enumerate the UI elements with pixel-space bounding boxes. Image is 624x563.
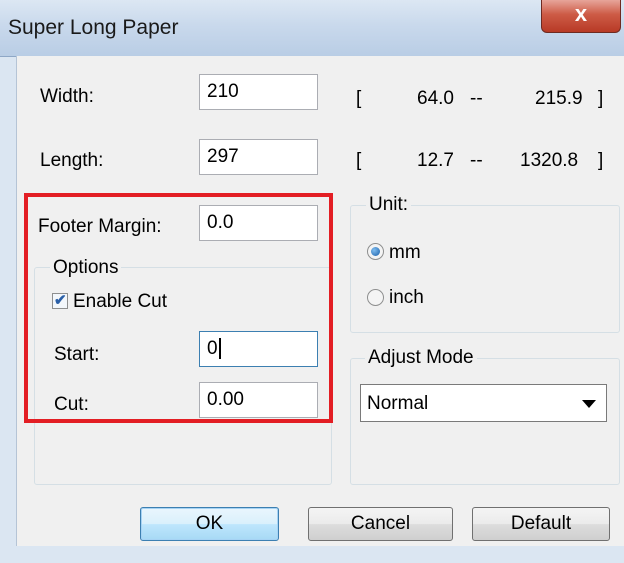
width-range-close: ] [598, 88, 604, 109]
window-frame-bottom [0, 546, 624, 563]
unit-inch-radio[interactable] [367, 289, 384, 306]
width-range-dash: -- [470, 88, 483, 109]
unit-inch-label: inch [389, 287, 424, 308]
width-label: Width: [40, 86, 94, 107]
window-title: Super Long Paper [8, 16, 179, 39]
width-input[interactable]: 210 [199, 74, 318, 110]
ok-button[interactable]: OK [140, 507, 279, 541]
length-range-min: 12.7 [417, 150, 454, 171]
chevron-down-icon [582, 400, 596, 408]
radio-selected-dot [371, 247, 380, 256]
adjust-mode-value: Normal [367, 393, 429, 414]
unit-mm-label: mm [389, 242, 421, 263]
width-range-min: 64.0 [417, 88, 454, 109]
unit-group [350, 205, 620, 333]
title-bar[interactable]: Super Long Paper [0, 0, 624, 57]
close-icon: x [574, 1, 588, 26]
length-range-open: [ [356, 150, 362, 171]
length-input[interactable]: 297 [199, 139, 318, 175]
unit-group-title: Unit: [366, 194, 412, 216]
adjust-mode-group-title: Adjust Mode [365, 347, 477, 369]
highlight-box [24, 193, 333, 423]
length-range-dash: -- [470, 150, 483, 171]
length-range-max: 1320.8 [520, 150, 579, 171]
cancel-button[interactable]: Cancel [308, 507, 453, 541]
length-range-close: ] [598, 150, 604, 171]
width-range-open: [ [356, 88, 362, 109]
width-range-max: 215.9 [535, 88, 583, 109]
length-label: Length: [40, 150, 104, 171]
unit-mm-radio[interactable] [367, 243, 384, 260]
adjust-mode-select[interactable]: Normal [360, 384, 607, 422]
close-button[interactable]: x [541, 0, 621, 33]
default-button[interactable]: Default [472, 507, 610, 541]
